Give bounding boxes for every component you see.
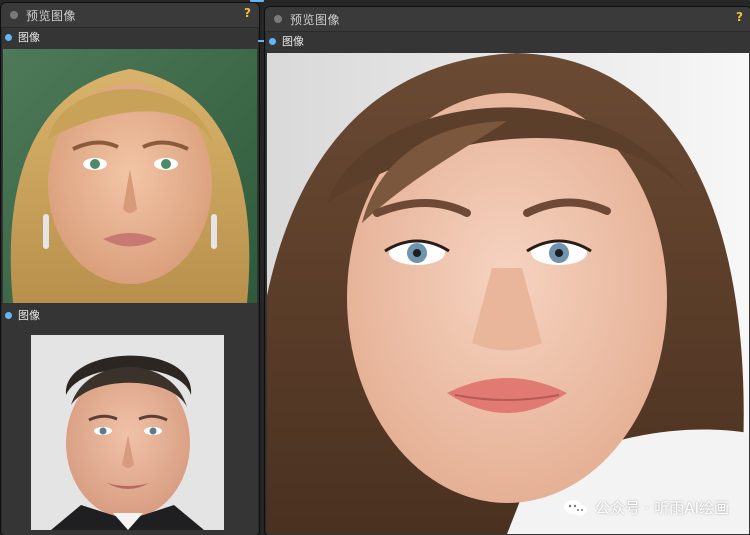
help-icon[interactable]: ? bbox=[244, 6, 251, 20]
preview-image-1 bbox=[3, 49, 257, 303]
help-icon[interactable]: ? bbox=[736, 10, 743, 24]
preview-image-node-right[interactable]: 预览图像 ? 图像 公众号 · 听雨AI绘画 bbox=[264, 6, 750, 535]
node-canvas[interactable]: 预览图像 ? 图像 图像 预览图像 ? 图像 公众号 · 听雨AI绘画 bbox=[0, 0, 750, 535]
node-title: 预览图像 bbox=[290, 12, 341, 27]
preview-image-2 bbox=[31, 335, 224, 530]
input-slot-image[interactable]: 图像 bbox=[265, 32, 750, 50]
input-label: 图像 bbox=[282, 35, 304, 48]
input-slot-icon[interactable] bbox=[5, 33, 12, 41]
input-slot-image-1[interactable]: 图像 bbox=[1, 28, 259, 46]
collapse-dot-icon[interactable] bbox=[274, 15, 282, 23]
node-header[interactable]: 预览图像 ? bbox=[265, 7, 750, 32]
input-slot-icon[interactable] bbox=[269, 37, 276, 45]
preview-image-node-left[interactable]: 预览图像 ? 图像 图像 bbox=[0, 2, 260, 535]
input-label: 图像 bbox=[18, 309, 40, 322]
input-slot-icon[interactable] bbox=[5, 311, 12, 319]
input-slot-image-2[interactable]: 图像 bbox=[1, 306, 259, 324]
node-title: 预览图像 bbox=[26, 8, 77, 23]
input-label: 图像 bbox=[18, 31, 40, 44]
collapse-dot-icon[interactable] bbox=[10, 11, 18, 19]
wechat-icon bbox=[564, 499, 587, 515]
preview-image-result bbox=[267, 53, 749, 534]
node-header[interactable]: 预览图像 ? bbox=[1, 3, 259, 28]
watermark-text: 公众号 · 听雨AI绘画 bbox=[595, 499, 729, 517]
watermark: 公众号 · 听雨AI绘画 bbox=[563, 497, 729, 518]
